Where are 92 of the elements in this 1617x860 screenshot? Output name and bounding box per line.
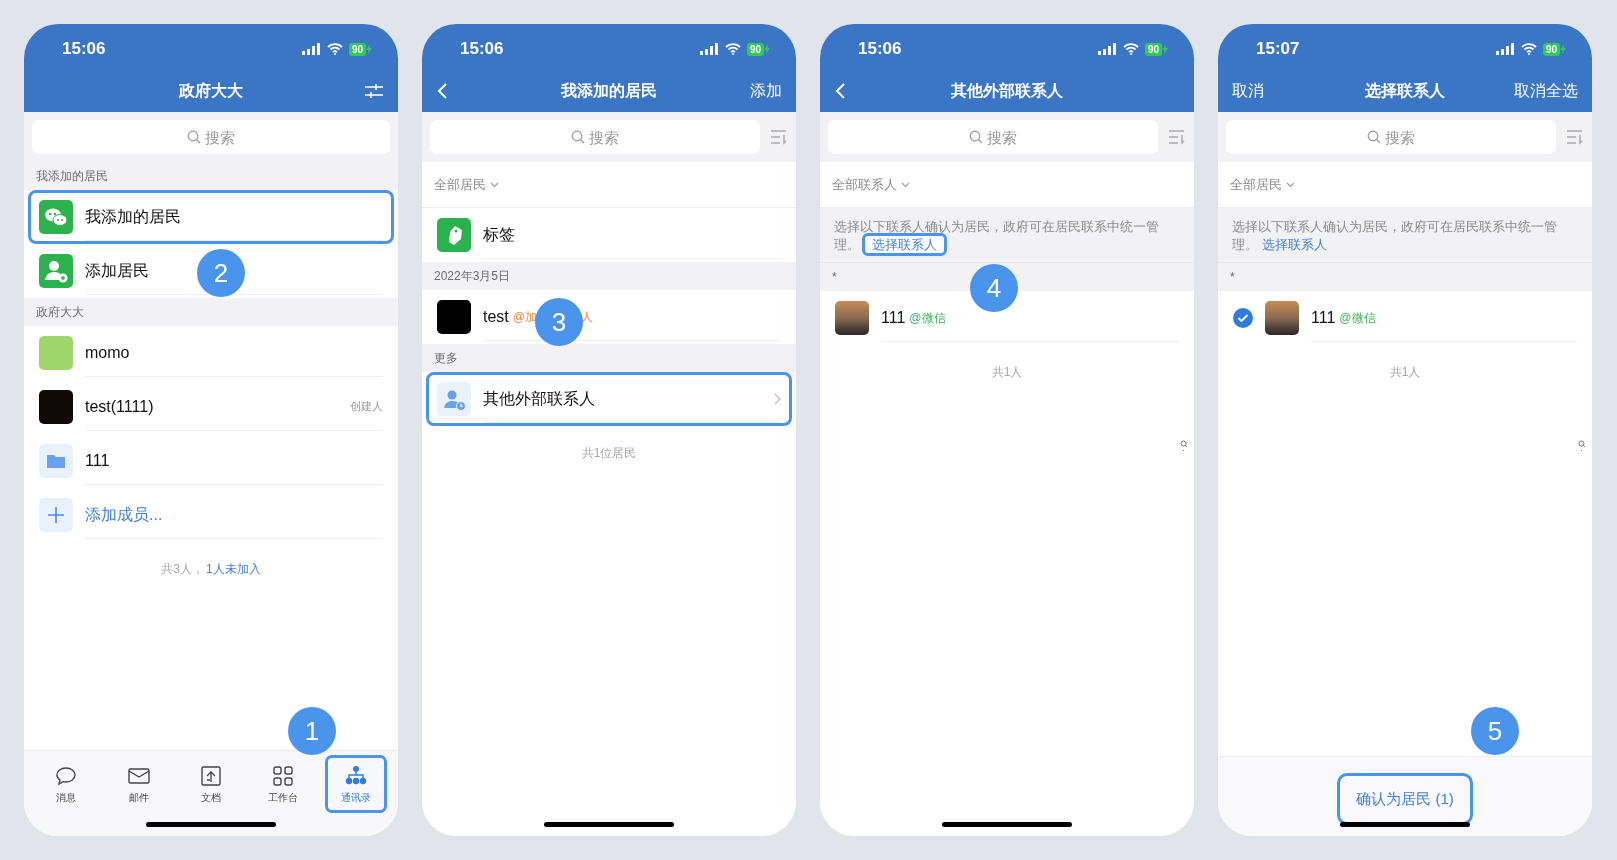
source-tag: @加: [512, 307, 537, 326]
search-icon: [969, 130, 983, 144]
search-icon: [1367, 130, 1381, 144]
list-item[interactable]: 其他外部联系人: [426, 372, 792, 426]
checkbox[interactable]: [1233, 308, 1253, 328]
status-time: 15:06: [858, 38, 902, 61]
select-contacts-link[interactable]: 选择联系人: [1262, 237, 1327, 252]
nav-text-button[interactable]: 取消: [1232, 79, 1264, 103]
avatar-placeholder: [835, 301, 869, 335]
section-header: 2022年3月5日: [434, 268, 511, 285]
section-header: 政府大大: [36, 304, 84, 321]
filter-dropdown[interactable]: 全部联系人: [832, 174, 910, 195]
source-tag: 人: [581, 307, 593, 326]
item-label: 其他外部联系人: [483, 388, 595, 409]
person-clock-icon: [437, 382, 471, 416]
signal-icon: [1097, 43, 1117, 55]
step-badge: 5: [1471, 707, 1519, 755]
select-contacts-link[interactable]: 选择联系人: [862, 233, 947, 256]
tab[interactable]: 消息: [35, 755, 98, 813]
search-field[interactable]: 搜索: [32, 120, 390, 154]
nav-text-button[interactable]: 取消全选: [1514, 79, 1578, 103]
search-field[interactable]: 搜索: [430, 120, 760, 154]
item-label: 111: [881, 307, 906, 328]
section-header: *: [1230, 269, 1235, 286]
tab[interactable]: 邮件: [107, 755, 170, 813]
item-label: 标签: [483, 224, 515, 245]
wifi-icon: [326, 43, 343, 55]
member-count: 共1位居民: [581, 445, 637, 462]
wifi-icon: [1122, 43, 1139, 55]
tag-icon: [437, 218, 471, 252]
screen-title: 选择联系人: [1365, 81, 1445, 101]
avatar-placeholder: [39, 390, 73, 424]
search-field[interactable]: 搜索: [1226, 120, 1556, 154]
signal-icon: [699, 43, 719, 55]
chevron-down-icon: [1286, 181, 1295, 188]
tab[interactable]: 文档: [180, 755, 242, 813]
add-person-icon: [39, 254, 73, 288]
item-label: 我添加的居民: [85, 206, 181, 227]
note-text: 选择以下联系人确认为居民，政府可在居民联系中统一管理。 选择联系人: [1232, 218, 1558, 254]
member-count: 共1人: [991, 364, 1023, 381]
not-joined-link[interactable]: 1人未加入: [206, 560, 261, 578]
screen-title: 政府大大: [179, 81, 243, 101]
note-text: 选择以下联系人确认为居民，政府可在居民联系中统一管理。 选择联系人: [834, 218, 1180, 254]
item-label: test(1111): [85, 396, 154, 417]
screen-title: 我添加的居民: [561, 81, 657, 101]
item-label: 添加成员...: [85, 504, 163, 525]
chevron-down-icon: [490, 181, 499, 188]
back-icon[interactable]: [436, 82, 448, 100]
member-count: 共3人，: [161, 561, 204, 578]
item-label: test: [483, 306, 509, 327]
signal-icon: [301, 43, 321, 55]
source-tag: @微信: [1339, 308, 1376, 327]
wifi-icon: [724, 43, 741, 55]
item-label: 添加居民: [85, 260, 149, 281]
item-label: 111: [1311, 307, 1336, 328]
filter-dropdown[interactable]: 全部居民: [434, 174, 499, 195]
document-icon: [199, 763, 223, 788]
chat-bubbles-icon: [39, 200, 73, 234]
section-header: 更多: [434, 350, 458, 367]
avatar-placeholder: [39, 336, 73, 370]
source-tag: @微信: [909, 308, 946, 327]
grid-icon: [271, 763, 296, 788]
status-time: 15:07: [1256, 38, 1300, 61]
nav-text-button[interactable]: 添加: [750, 79, 782, 103]
plus-icon: [39, 498, 73, 532]
status-time: 15:06: [62, 38, 106, 61]
wifi-icon: [1520, 43, 1537, 55]
search-field[interactable]: 搜索: [828, 120, 1158, 154]
search-icon: [187, 130, 201, 144]
search-icon[interactable]: [1180, 440, 1188, 452]
search-icon: [571, 130, 585, 144]
member-count: 共1人: [1389, 364, 1421, 381]
item-label: 111: [85, 450, 110, 471]
search-icon[interactable]: [1578, 440, 1586, 452]
chevron-down-icon: [901, 181, 910, 188]
back-icon[interactable]: [834, 82, 846, 100]
tab[interactable]: 通讯录: [324, 755, 387, 813]
folder-icon: [39, 444, 73, 478]
section-header: 我添加的居民: [36, 168, 108, 185]
step-badge: 1: [288, 707, 336, 755]
avatar-placeholder: [1265, 301, 1299, 335]
filter-dropdown[interactable]: 全部居民: [1230, 174, 1295, 195]
screen-title: 其他外部联系人: [951, 81, 1063, 101]
section-header: *: [832, 269, 837, 286]
tab[interactable]: 工作台: [252, 755, 315, 813]
item-label: momo: [85, 342, 130, 363]
status-time: 15:06: [460, 38, 504, 61]
list-item[interactable]: 我添加的居民: [28, 190, 394, 244]
signal-icon: [1495, 43, 1515, 55]
role-label: 创建人: [350, 399, 383, 415]
sliders-icon[interactable]: [364, 83, 384, 99]
avatar-placeholder: [437, 300, 471, 334]
